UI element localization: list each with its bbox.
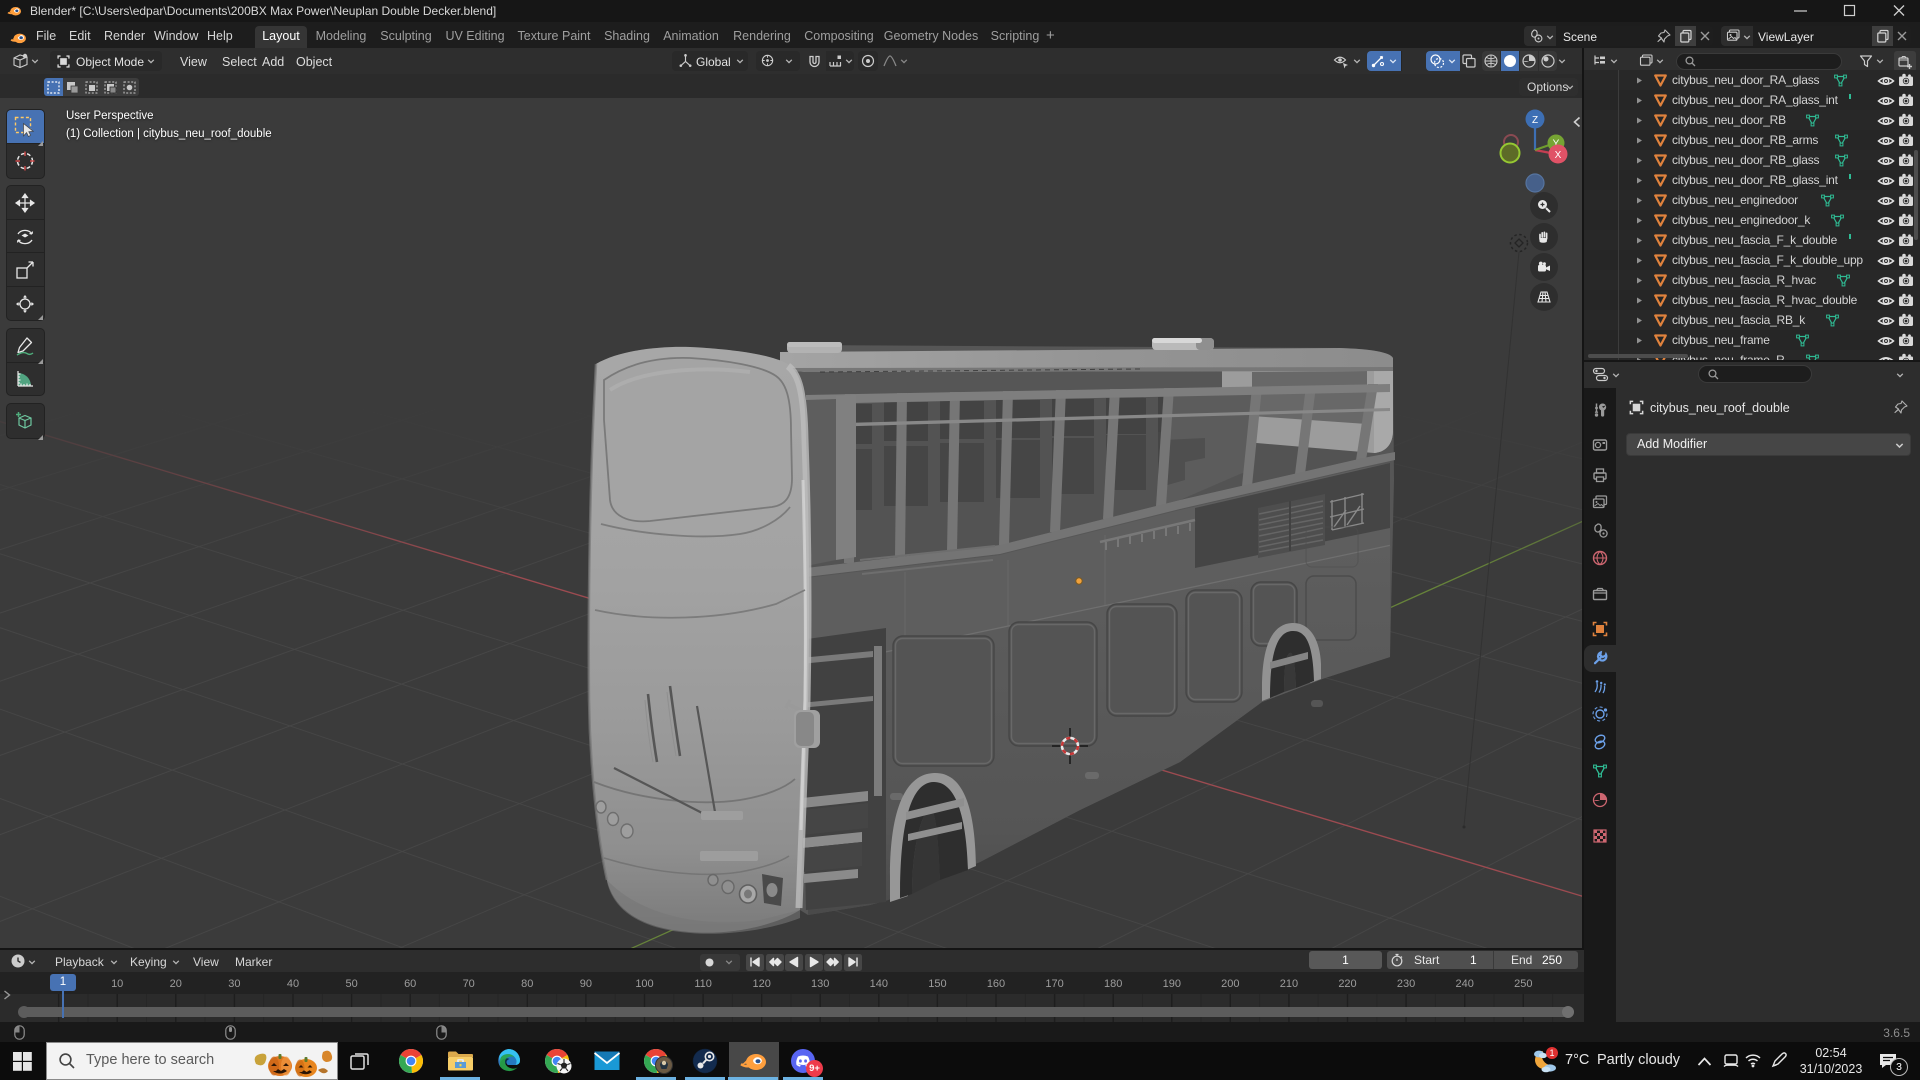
svg-text:130: 130 [811, 978, 829, 990]
svg-text:50: 50 [345, 978, 357, 990]
svg-text:110: 110 [694, 978, 712, 990]
svg-text:1: 1 [1549, 1048, 1554, 1058]
svg-text:210: 210 [1280, 978, 1298, 990]
svg-text:230: 230 [1397, 978, 1415, 990]
svg-text:80: 80 [521, 978, 533, 990]
svg-text:90: 90 [580, 978, 592, 990]
svg-text:10: 10 [111, 978, 123, 990]
svg-text:160: 160 [987, 978, 1005, 990]
svg-text:200: 200 [1221, 978, 1239, 990]
svg-text:20: 20 [170, 978, 182, 990]
svg-text:190: 190 [1163, 978, 1181, 990]
svg-text:120: 120 [753, 978, 771, 990]
svg-text:250: 250 [1514, 978, 1532, 990]
svg-text:240: 240 [1456, 978, 1474, 990]
svg-text:Z: Z [1532, 115, 1538, 126]
svg-text:150: 150 [928, 978, 946, 990]
svg-text:30: 30 [228, 978, 240, 990]
svg-text:X: X [1555, 150, 1562, 161]
svg-text:170: 170 [1045, 978, 1063, 990]
svg-text:60: 60 [404, 978, 416, 990]
svg-text:100: 100 [635, 978, 653, 990]
svg-text:180: 180 [1104, 978, 1122, 990]
svg-text:70: 70 [463, 978, 475, 990]
svg-text:220: 220 [1338, 978, 1356, 990]
svg-text:40: 40 [287, 978, 299, 990]
svg-text:140: 140 [870, 978, 888, 990]
